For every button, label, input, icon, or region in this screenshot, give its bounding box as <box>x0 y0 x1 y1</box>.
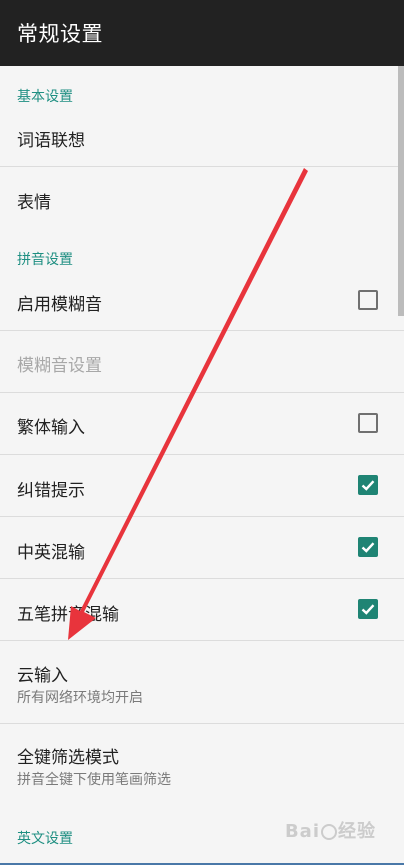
setting-full-key-filter[interactable]: 全键筛选模式 拼音全键下使用笔画筛选 <box>0 724 396 806</box>
section-header-basic: 基本设置 <box>17 89 73 105</box>
setting-emoji[interactable]: 表情 <box>0 167 396 231</box>
setting-wubi-pinyin-mixed[interactable]: 五笔拼音混输 <box>0 579 396 641</box>
setting-title: 五笔拼音混输 <box>17 605 119 625</box>
setting-title: 全键筛选模式 <box>17 748 119 768</box>
cn-en-mixed-checkbox[interactable] <box>358 537 378 557</box>
fuzzy-pinyin-checkbox[interactable] <box>358 290 378 310</box>
app-bar: 常规设置 <box>0 0 404 66</box>
setting-error-correction[interactable]: 纠错提示 <box>0 455 396 517</box>
scrollbar[interactable] <box>398 66 404 316</box>
check-icon <box>361 604 375 615</box>
setting-subtitle: 拼音全键下使用笔画筛选 <box>17 772 171 788</box>
traditional-input-checkbox[interactable] <box>358 413 378 433</box>
setting-subtitle: 所有网络环境均开启 <box>17 690 143 706</box>
setting-fuzzy-pinyin-settings: 模糊音设置 <box>0 331 396 392</box>
settings-list: 基本设置 词语联想 表情 拼音设置 启用模糊音 模糊音设置 繁体输入 纠错提示 … <box>0 66 404 865</box>
setting-traditional-input[interactable]: 繁体输入 <box>0 393 396 455</box>
setting-title: 繁体输入 <box>17 418 85 438</box>
setting-word-association[interactable]: 词语联想 <box>0 112 396 166</box>
watermark-text: Bai <box>284 821 320 842</box>
setting-title: 词语联想 <box>17 131 85 151</box>
section-header-pinyin: 拼音设置 <box>17 252 73 268</box>
setting-title: 纠错提示 <box>17 481 85 501</box>
setting-cloud-input[interactable]: 云输入 所有网络环境均开启 <box>0 641 396 723</box>
page-title: 常规设置 <box>17 22 103 46</box>
check-icon <box>361 542 375 553</box>
check-icon <box>361 480 375 491</box>
setting-fuzzy-pinyin[interactable]: 启用模糊音 <box>0 272 396 334</box>
wubi-pinyin-mixed-checkbox[interactable] <box>358 599 378 619</box>
setting-title: 表情 <box>17 193 51 213</box>
baidu-watermark: Bai 经验 <box>285 817 376 843</box>
setting-title: 启用模糊音 <box>17 295 102 315</box>
error-correction-checkbox[interactable] <box>358 475 378 495</box>
setting-cn-en-mixed[interactable]: 中英混输 <box>0 517 396 579</box>
setting-title: 云输入 <box>17 666 68 686</box>
setting-title: 中英混输 <box>17 543 85 563</box>
section-header-english: 英文设置 <box>17 831 73 847</box>
watermark-text: 经验 <box>338 821 376 842</box>
setting-title: 模糊音设置 <box>17 356 102 376</box>
paw-icon <box>321 824 337 840</box>
